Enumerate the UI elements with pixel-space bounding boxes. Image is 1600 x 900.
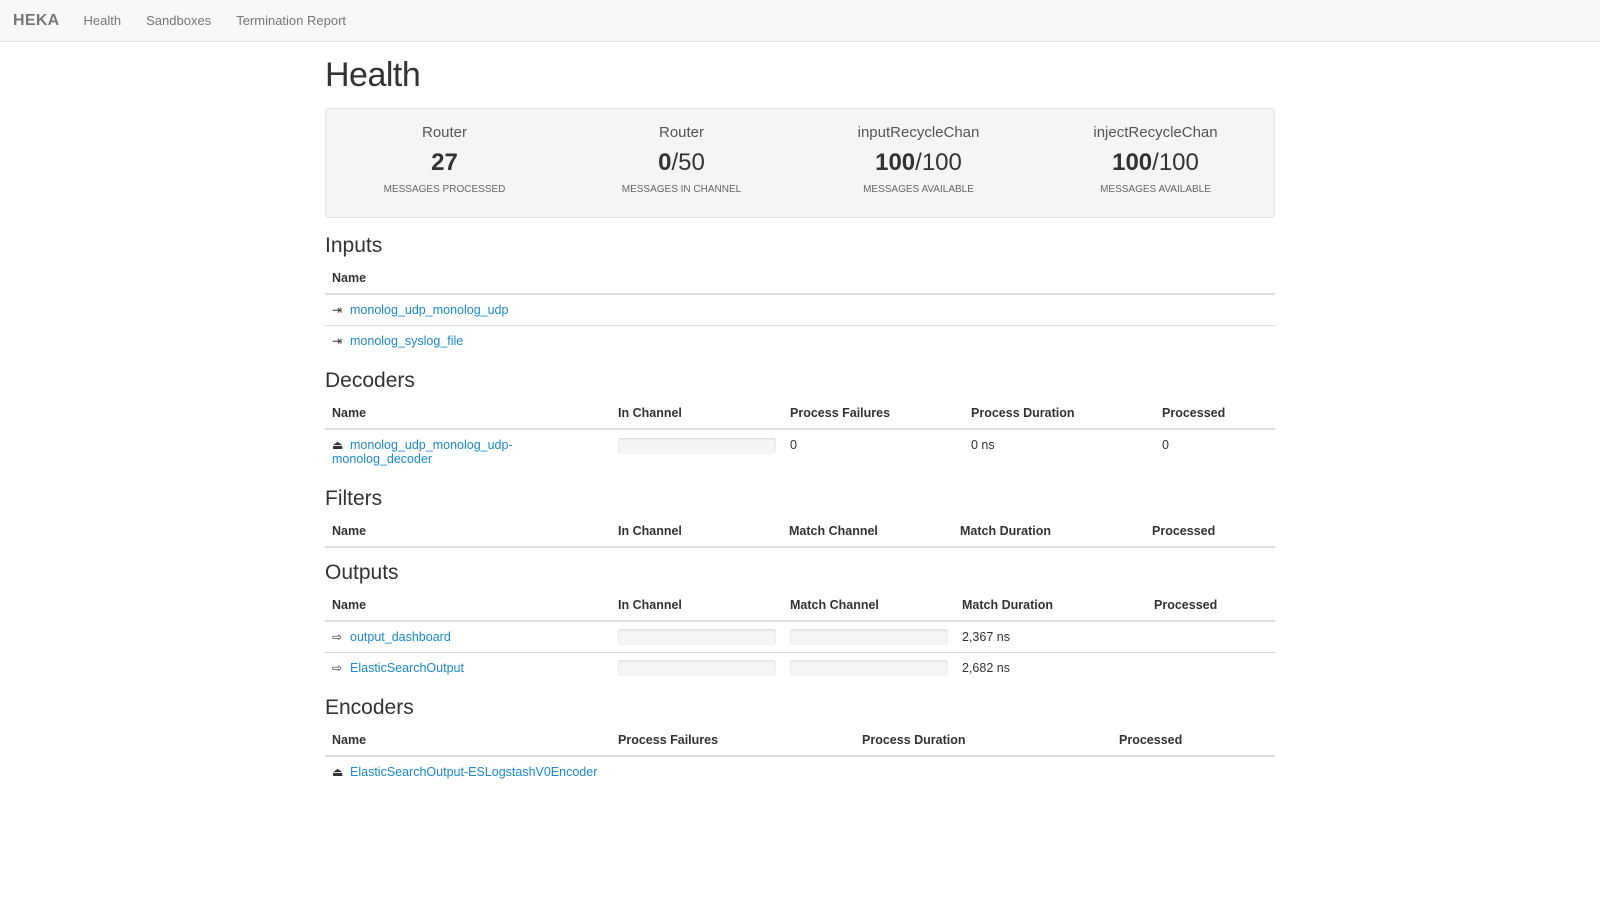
encoders-heading: Encoders — [325, 696, 414, 719]
table-row: ⏏ ElasticSearchOutput-ESLogstashV0Encoder — [325, 756, 1275, 787]
filters-heading: Filters — [325, 487, 383, 510]
table-row: ⇨ ElasticSearchOutput 2,682 ns — [325, 652, 1275, 683]
stat-value: 0/50 — [563, 148, 800, 178]
in-channel-progress-bar — [618, 628, 776, 645]
stat-label: injectRecycleChan — [1093, 124, 1218, 141]
stat-label: Router — [658, 124, 705, 141]
processed-value — [1147, 652, 1275, 683]
stat-label: inputRecycleChan — [857, 124, 980, 141]
sign-out-icon: ⇨ — [332, 629, 343, 644]
process-duration-value: 0 ns — [971, 438, 995, 452]
column-header-processed: Processed — [1147, 590, 1275, 622]
stat-value-main: 100 — [875, 149, 916, 176]
sign-in-icon: ⇥ — [332, 333, 343, 348]
stat-router-channel: Router 0/50 MESSAGES IN CHANNEL — [563, 124, 800, 195]
main-content: Health Router 27 MESSAGES PROCESSED Rout… — [325, 42, 1275, 787]
stats-panel: Router 27 MESSAGES PROCESSED Router 0/50… — [325, 108, 1275, 218]
table-row: ⏏ monolog_udp_monolog_udp-monolog_decoder… — [325, 429, 1275, 477]
column-header-match-channel: Match Channel — [782, 516, 953, 548]
column-header-match-duration: Match Duration — [955, 590, 1147, 622]
stat-value-main: 0 — [658, 149, 672, 176]
column-header-process-failures: Process Failures — [611, 725, 855, 757]
column-header-processed: Processed — [1112, 725, 1275, 757]
processed-value — [1112, 756, 1275, 787]
column-header-name: Name — [325, 516, 611, 548]
column-header-in-channel: In Channel — [611, 516, 782, 548]
nav-link-health[interactable]: Health — [84, 13, 122, 28]
process-failures-value — [611, 756, 855, 787]
stat-label: Router — [421, 124, 468, 141]
sign-in-icon: ⇥ — [332, 302, 343, 317]
stat-router-processed: Router 27 MESSAGES PROCESSED — [326, 124, 563, 195]
match-channel-progress-bar — [790, 628, 948, 645]
stat-caption: MESSAGES AVAILABLE — [1100, 184, 1211, 195]
decoder-name-line1: monolog_udp_monolog_udp- — [350, 438, 513, 452]
column-header-process-failures: Process Failures — [783, 398, 964, 430]
column-header-match-duration: Match Duration — [953, 516, 1145, 548]
match-channel-progress-bar — [790, 659, 948, 676]
output-link[interactable]: ElasticSearchOutput — [350, 661, 464, 675]
column-header-process-duration: Process Duration — [964, 398, 1155, 430]
table-row: ⇥ monolog_syslog_file — [325, 325, 1275, 356]
outputs-heading: Outputs — [325, 561, 399, 584]
column-header-match-channel: Match Channel — [783, 590, 955, 622]
processed-value: 0 — [1162, 438, 1169, 452]
inputs-table: Name ⇥ monolog_udp_monolog_udp ⇥ monolog_s… — [325, 263, 1275, 356]
decoders-heading: Decoders — [325, 369, 415, 392]
brand-logo[interactable]: HEKA — [13, 12, 60, 30]
page-title: Health — [325, 56, 421, 94]
in-channel-progress-bar — [618, 659, 776, 676]
encoders-table: Name Process Failures Process Duration P… — [325, 725, 1275, 787]
decoder-name-line2: monolog_decoder — [332, 452, 433, 466]
decoder-link[interactable]: monolog_udp_monolog_udp-monolog_decoder — [332, 438, 513, 466]
stat-value: 100/100 — [800, 148, 1037, 178]
in-channel-progress-bar — [618, 438, 776, 454]
match-duration-value: 2,682 ns — [962, 660, 1010, 675]
input-link[interactable]: monolog_udp_monolog_udp — [350, 303, 508, 317]
output-link[interactable]: output_dashboard — [350, 630, 451, 644]
stat-value-main: 100 — [1112, 149, 1153, 176]
input-link[interactable]: monolog_syslog_file — [350, 334, 463, 348]
column-header-name: Name — [325, 725, 611, 757]
filters-table: Name In Channel Match Channel Match Dura… — [325, 516, 1275, 548]
table-row: ⇥ monolog_udp_monolog_udp — [325, 294, 1275, 326]
stat-value-total: /100 — [1152, 149, 1199, 176]
decoders-table: Name In Channel Process Failures Process… — [325, 398, 1275, 477]
inputs-heading: Inputs — [325, 234, 383, 257]
column-header-in-channel: In Channel — [611, 398, 783, 430]
stat-input-recycle-chan: inputRecycleChan 100/100 MESSAGES AVAILA… — [800, 124, 1037, 195]
stat-value: 27 — [326, 148, 563, 178]
column-header-in-channel: In Channel — [611, 590, 783, 622]
stat-value-total: /100 — [915, 149, 962, 176]
stat-inject-recycle-chan: injectRecycleChan 100/100 MESSAGES AVAIL… — [1037, 124, 1274, 195]
stat-value: 100/100 — [1037, 148, 1274, 178]
stat-value-total: /50 — [671, 149, 705, 176]
column-header-name: Name — [325, 590, 611, 622]
processed-value — [1147, 621, 1275, 653]
column-header-processed: Processed — [1145, 516, 1275, 548]
process-failures-value: 0 — [790, 438, 797, 452]
nav-link-sandboxes[interactable]: Sandboxes — [146, 13, 211, 28]
decoder-icon: ⏏ — [332, 438, 344, 452]
outputs-table: Name In Channel Match Channel Match Dura… — [325, 590, 1275, 683]
table-row: ⇨ output_dashboard 2,367 ns — [325, 621, 1275, 653]
match-duration-value: 2,367 ns — [955, 621, 1147, 653]
nav-link-termination-report[interactable]: Termination Report — [236, 13, 346, 28]
column-header-process-duration: Process Duration — [855, 725, 1112, 757]
stat-caption: MESSAGES IN CHANNEL — [621, 184, 742, 195]
column-header-name: Name — [325, 263, 1275, 295]
column-header-processed: Processed — [1155, 398, 1275, 430]
sign-out-icon: ⇨ — [332, 660, 343, 675]
column-header-name: Name — [325, 398, 611, 430]
stat-value-main: 27 — [431, 149, 458, 176]
process-duration-value — [855, 756, 1112, 787]
stat-caption: MESSAGES AVAILABLE — [863, 184, 974, 195]
navbar: HEKA Health Sandboxes Termination Report — [0, 0, 1600, 42]
encoder-link[interactable]: ElasticSearchOutput-ESLogstashV0Encoder — [350, 765, 597, 779]
stat-caption: MESSAGES PROCESSED — [383, 184, 506, 195]
encoder-icon: ⏏ — [332, 765, 344, 779]
